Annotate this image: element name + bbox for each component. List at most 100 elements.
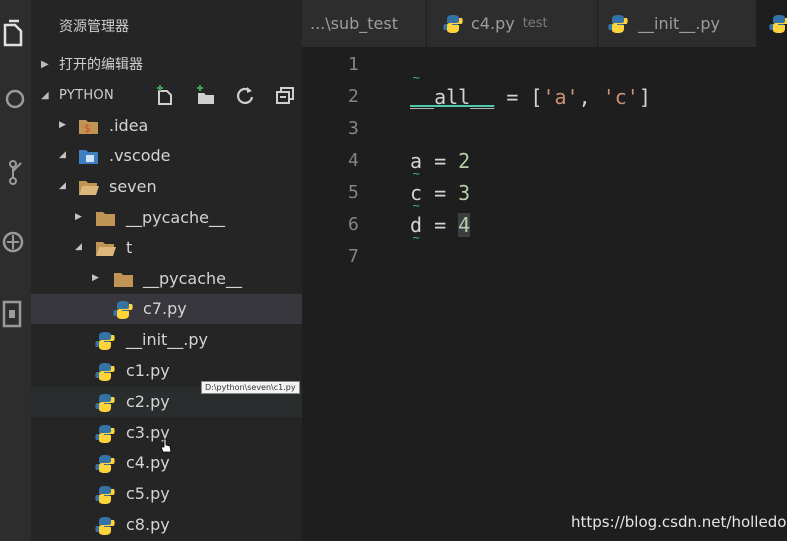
chevron-right-icon: ▶ — [59, 120, 66, 130]
number-literal: 3 — [458, 181, 471, 205]
tree-item-label: __pycache__ — [126, 208, 226, 227]
idea-folder-icon: $ — [78, 117, 98, 135]
activity-bar — [0, 0, 31, 541]
folder-open-icon — [78, 178, 99, 196]
code-text: __all__ = ['a', 'c'] — [410, 85, 651, 109]
folder-open-icon — [95, 239, 116, 257]
chevron-down-icon: ◢ — [59, 181, 66, 191]
code-line: 3 — [302, 113, 787, 145]
python-file-icon — [95, 393, 115, 412]
debug-icon[interactable] — [0, 226, 26, 258]
code-line: 5 c = 3 — [302, 177, 787, 209]
tree-item-c7[interactable]: c7.py — [31, 294, 302, 324]
line-number: 7 — [348, 246, 359, 267]
python-file-icon — [608, 14, 628, 34]
code-editor[interactable]: ~ 1 2 __all__ = ['a', 'c'] 3 4 a = 2 ~ 5… — [302, 47, 787, 541]
tab-sub-test[interactable]: ...\sub_test — [302, 0, 427, 47]
watermark-text: https://blog.csdn.net/holledog — [571, 513, 787, 531]
python-file-icon — [113, 300, 133, 319]
project-label: PYTHON — [59, 87, 114, 103]
explorer-sidebar: 资源管理器 ▶ 打开的编辑器 ◢ PYTHON ▶ $ .idea ◢ .vsc… — [31, 0, 302, 541]
tab-c4-py[interactable]: c4.py test — [427, 0, 598, 47]
tree-item-label: c7.py — [143, 299, 187, 318]
bracket: ] — [638, 85, 651, 109]
line-number: 4 — [348, 150, 359, 171]
new-file-icon[interactable] — [155, 84, 195, 106]
string-literal: 'c' — [602, 85, 639, 109]
tree-item-label: seven — [109, 177, 157, 196]
chevron-down-icon: ◢ — [59, 150, 66, 160]
tree-item-label: t — [126, 238, 133, 257]
tree-item-label: .idea — [109, 116, 149, 135]
tree-item-label: c2.py — [126, 392, 170, 411]
chevron-right-icon: ▶ — [92, 273, 99, 283]
python-file-icon — [95, 331, 115, 350]
python-file-icon — [95, 424, 115, 443]
tree-item-c8[interactable]: c8.py — [31, 510, 302, 540]
source-control-icon[interactable] — [0, 156, 26, 188]
refresh-icon[interactable] — [235, 84, 275, 106]
python-file-icon — [95, 362, 115, 381]
tree-item-label: c8.py — [126, 515, 170, 534]
explorer-title: 资源管理器 — [59, 19, 129, 35]
line-number: 2 — [348, 86, 359, 107]
tree-item-c5[interactable]: c5.py — [31, 479, 302, 509]
new-folder-icon[interactable] — [195, 84, 235, 106]
line-number: 6 — [348, 214, 359, 235]
tab-init-py[interactable]: __init__.py — [598, 0, 757, 47]
vscode-folder-icon — [78, 147, 98, 165]
folder-icon — [113, 270, 133, 288]
chevron-right-icon: ▶ — [75, 212, 82, 222]
python-file-icon — [95, 516, 115, 535]
operator: = [ — [494, 85, 543, 109]
python-file-icon — [95, 485, 115, 504]
python-file-icon — [769, 14, 787, 34]
tab-description: test — [522, 16, 548, 31]
explorer-icon[interactable] — [0, 18, 26, 50]
tree-item-seven[interactable]: ◢ seven — [31, 172, 302, 202]
tree-item-pycache-nested[interactable]: ▶ __pycache__ — [31, 264, 302, 294]
number-literal: 4 — [458, 213, 471, 237]
svg-text:$: $ — [84, 122, 91, 135]
tree-item-pycache[interactable]: ▶ __pycache__ — [31, 203, 302, 233]
code-line: 6 d = 4 — [302, 209, 787, 241]
extensions-icon[interactable] — [0, 298, 26, 330]
open-editors-section[interactable]: ▶ 打开的编辑器 — [31, 52, 302, 76]
open-editors-label: 打开的编辑器 — [59, 57, 143, 73]
python-file-icon — [443, 14, 463, 34]
code-line: 4 a = 2 — [302, 145, 787, 177]
separator: , — [578, 85, 603, 109]
chevron-right-icon: ▶ — [41, 58, 49, 70]
file-path-tooltip: D:\python\seven\c1.py — [201, 381, 300, 394]
variable-all: __all__ — [410, 85, 495, 109]
chevron-down-icon: ◢ — [41, 89, 49, 101]
code-line: 2 __all__ = ['a', 'c'] — [302, 81, 787, 113]
python-file-icon — [95, 454, 115, 473]
string-literal: 'a' — [542, 85, 579, 109]
tab-label: __init__.py — [638, 14, 721, 33]
number-literal: 2 — [458, 149, 471, 173]
editor-tab-bar: ...\sub_test c4.py test __init__.py — [302, 0, 787, 47]
tab-label: ...\sub_test — [310, 14, 399, 33]
folder-icon — [95, 209, 115, 227]
search-icon[interactable] — [0, 84, 26, 116]
tree-item-vscode[interactable]: ◢ .vscode — [31, 141, 302, 171]
chevron-down-icon: ◢ — [75, 242, 82, 252]
tree-item-init[interactable]: __init__.py — [31, 325, 302, 355]
tree-item-label: c5.py — [126, 484, 170, 503]
tree-item-label: .vscode — [109, 146, 171, 165]
line-number: 3 — [348, 118, 359, 139]
tree-item-label: __pycache__ — [143, 269, 243, 288]
explorer-toolbar — [155, 84, 315, 106]
line-number: 1 — [348, 54, 359, 75]
tree-item-label: __init__.py — [126, 330, 209, 349]
code-line: 1 — [302, 49, 787, 81]
line-number: 5 — [348, 182, 359, 203]
tree-item-t[interactable]: ◢ t — [31, 233, 302, 263]
tab-active[interactable] — [757, 0, 787, 47]
code-line: 7 — [302, 241, 787, 273]
tab-label: c4.py — [471, 14, 515, 33]
hand-cursor-icon — [160, 438, 172, 458]
tree-item-label: c1.py — [126, 361, 170, 380]
tree-item-idea[interactable]: ▶ $ .idea — [31, 111, 302, 141]
